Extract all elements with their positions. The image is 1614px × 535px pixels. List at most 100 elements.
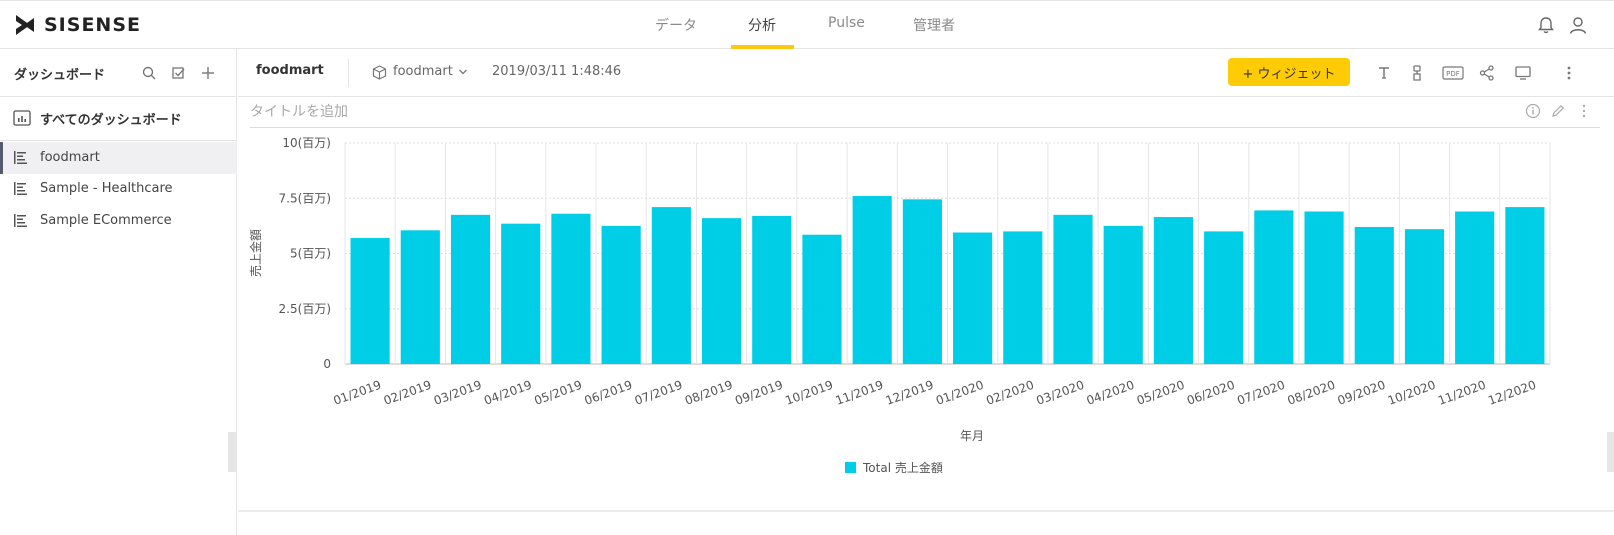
add-widget-button[interactable]: + ウィジェット bbox=[1228, 58, 1350, 86]
sisense-logo[interactable]: SISENSE bbox=[16, 14, 141, 36]
bell-icon[interactable] bbox=[1536, 15, 1556, 35]
edit-checklist-icon[interactable] bbox=[171, 65, 187, 81]
chart-widget: タイトルを追加 0 2.5(百万) 5(百万) 7.5(百万) 10(百万) 01/201… bbox=[248, 99, 1604, 509]
widget-more-icon[interactable] bbox=[1576, 103, 1592, 119]
x-tick-label: 08/2019 bbox=[683, 378, 735, 408]
bar[interactable] bbox=[1053, 214, 1093, 364]
x-axis-label: 年月 bbox=[960, 429, 984, 443]
bar[interactable] bbox=[651, 207, 691, 364]
bar[interactable] bbox=[902, 199, 942, 364]
widget-title-placeholder[interactable]: タイトルを追加 bbox=[250, 101, 348, 121]
tab-pulse[interactable]: Pulse bbox=[828, 15, 865, 31]
legend-label[interactable]: Total 売上金額 bbox=[862, 460, 943, 475]
user-icon[interactable] bbox=[1568, 15, 1588, 35]
cube-icon bbox=[372, 65, 387, 80]
sidebar-item-healthcare[interactable]: Sample - Healthcare bbox=[0, 173, 237, 205]
pdf-icon[interactable]: PDF bbox=[1442, 64, 1464, 82]
bar[interactable] bbox=[350, 238, 390, 364]
monitor-icon[interactable] bbox=[1514, 64, 1532, 82]
dashboard-icon bbox=[14, 182, 27, 195]
more-options-icon[interactable] bbox=[1560, 64, 1578, 82]
bar-chart: 0 2.5(百万) 5(百万) 7.5(百万) 10(百万) 01/201902/2019… bbox=[248, 136, 1551, 475]
tab-data[interactable]: データ bbox=[655, 15, 697, 35]
dashboard-icon bbox=[14, 151, 27, 164]
divider bbox=[348, 59, 349, 87]
sidebar-item-ecommerce[interactable]: Sample ECommerce bbox=[0, 205, 237, 237]
dashboard-icon bbox=[14, 214, 27, 227]
x-tick-label: 03/2020 bbox=[1034, 378, 1086, 408]
bar[interactable] bbox=[1404, 229, 1445, 364]
bar[interactable] bbox=[802, 234, 842, 364]
x-tick-label: 10/2019 bbox=[783, 378, 835, 408]
x-tick-label: 02/2019 bbox=[382, 378, 434, 408]
bar[interactable] bbox=[1103, 225, 1143, 364]
chevron-down-icon[interactable] bbox=[458, 68, 468, 76]
x-tick-label: 02/2020 bbox=[984, 378, 1036, 408]
bar[interactable] bbox=[1505, 207, 1545, 364]
all-dashboards[interactable]: すべてのダッシュボード bbox=[0, 97, 237, 141]
bar[interactable] bbox=[601, 225, 641, 364]
x-tick-label: 04/2020 bbox=[1085, 378, 1137, 408]
bar[interactable] bbox=[1455, 211, 1495, 364]
bar[interactable] bbox=[953, 232, 993, 364]
sisense-logo-icon bbox=[16, 15, 34, 35]
svg-text:PDF: PDF bbox=[1446, 70, 1460, 78]
y-tick-label: 10(百万) bbox=[282, 136, 331, 150]
widget-header-rule bbox=[250, 127, 1600, 128]
x-tick-label: 09/2019 bbox=[733, 378, 785, 408]
bar[interactable] bbox=[1003, 231, 1043, 364]
all-dashboards-label: すべてのダッシュボード bbox=[40, 113, 182, 128]
last-updated-timestamp: 2019/03/11 1:48:46 bbox=[492, 64, 622, 79]
sidebar-item-label: Sample ECommerce bbox=[40, 213, 172, 228]
y-tick-label: 0 bbox=[323, 357, 331, 371]
bar[interactable] bbox=[852, 196, 892, 364]
bar[interactable] bbox=[400, 230, 440, 364]
share-icon[interactable] bbox=[1478, 64, 1496, 82]
tab-admin[interactable]: 管理者 bbox=[913, 15, 955, 35]
bar[interactable] bbox=[450, 214, 491, 364]
datamodel-selector[interactable]: foodmart bbox=[393, 64, 453, 79]
x-tick-label: 05/2019 bbox=[532, 378, 584, 408]
bar[interactable] bbox=[1254, 210, 1294, 364]
text-icon[interactable] bbox=[1375, 64, 1393, 82]
sidebar-collapse-handle[interactable] bbox=[228, 432, 237, 472]
y-tick-label: 5(百万) bbox=[290, 247, 331, 261]
sidebar: ダッシュボード すべてのダッシュボード foodmart Sample - He… bbox=[0, 49, 237, 535]
tab-analytics[interactable]: 分析 bbox=[748, 15, 776, 35]
x-tick-label: 06/2020 bbox=[1185, 378, 1237, 408]
bar[interactable] bbox=[1354, 226, 1394, 364]
logo-text: SISENSE bbox=[44, 14, 141, 36]
x-tick-label: 09/2020 bbox=[1336, 378, 1388, 408]
x-tick-label: 12/2020 bbox=[1486, 378, 1538, 408]
sidebar-item-label: foodmart bbox=[40, 150, 100, 165]
bar[interactable] bbox=[1304, 211, 1344, 364]
sidebar-item-foodmart[interactable]: foodmart bbox=[0, 142, 237, 174]
bar[interactable] bbox=[501, 223, 541, 364]
x-tick-label: 10/2020 bbox=[1386, 378, 1438, 408]
dashboard-bottom-rule bbox=[238, 510, 1614, 512]
bar[interactable] bbox=[701, 218, 742, 364]
x-tick-label: 06/2019 bbox=[583, 378, 635, 408]
sidebar-title: ダッシュボード bbox=[14, 68, 106, 83]
sidebar-item-label: Sample - Healthcare bbox=[40, 181, 173, 196]
top-bar: SISENSE データ 分析 Pulse 管理者 bbox=[0, 0, 1614, 49]
dashboard-toolbar: foodmart foodmart 2019/03/11 1:48:46 + ウ… bbox=[238, 49, 1614, 97]
bar[interactable] bbox=[551, 213, 591, 364]
y-tick-label: 7.5(百万) bbox=[279, 191, 331, 205]
x-tick-label: 04/2019 bbox=[482, 378, 534, 408]
x-tick-label: 07/2020 bbox=[1235, 378, 1287, 408]
bar[interactable] bbox=[1204, 231, 1244, 364]
x-tick-label: 11/2020 bbox=[1436, 378, 1488, 408]
bar[interactable] bbox=[752, 215, 792, 364]
right-panel-collapse-handle[interactable] bbox=[1607, 432, 1614, 472]
x-tick-label: 05/2020 bbox=[1135, 378, 1187, 408]
search-icon[interactable] bbox=[141, 65, 157, 81]
x-tick-label: 03/2019 bbox=[432, 378, 484, 408]
bar[interactable] bbox=[1153, 217, 1194, 364]
paint-brush-icon[interactable] bbox=[1408, 64, 1426, 82]
add-icon[interactable] bbox=[200, 65, 216, 81]
info-icon[interactable] bbox=[1525, 103, 1541, 119]
sidebar-header: ダッシュボード bbox=[0, 49, 237, 97]
legend-swatch bbox=[845, 462, 856, 473]
pencil-icon[interactable] bbox=[1550, 103, 1566, 119]
